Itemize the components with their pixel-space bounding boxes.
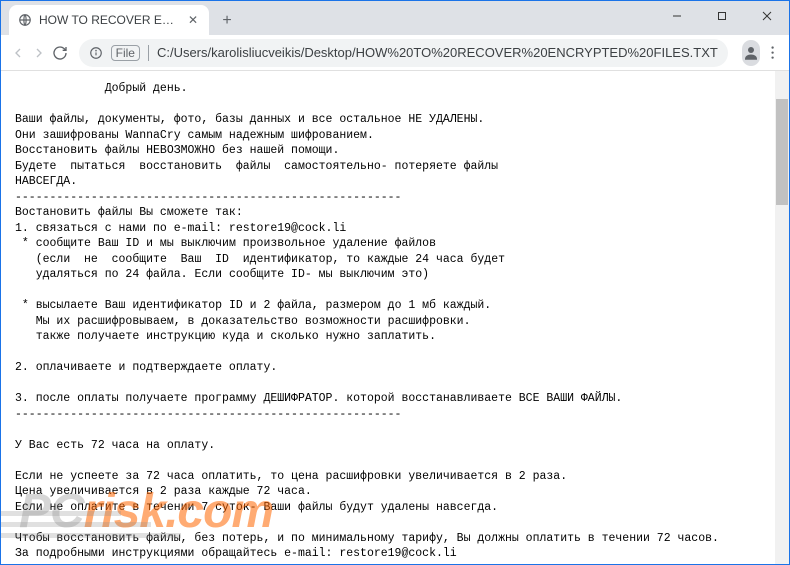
toolbar: File C:/Users/karolisliucveikis/Desktop/… <box>1 35 789 71</box>
forward-button[interactable] <box>30 39 47 67</box>
file-favicon-icon <box>17 12 33 28</box>
minimize-button[interactable] <box>654 1 699 31</box>
window-controls <box>654 1 789 35</box>
close-window-button[interactable] <box>744 1 789 31</box>
info-icon[interactable] <box>89 46 103 60</box>
browser-tab[interactable]: HOW TO RECOVER ENCRYPTED F ✕ <box>9 5 209 35</box>
profile-avatar[interactable] <box>742 40 760 66</box>
file-scheme-pill: File <box>111 45 140 61</box>
tab-close-icon[interactable]: ✕ <box>185 12 201 28</box>
titlebar: HOW TO RECOVER ENCRYPTED F ✕ + <box>1 1 789 35</box>
back-button[interactable] <box>9 39 26 67</box>
scrollbar-thumb[interactable] <box>776 99 788 205</box>
kebab-menu-icon[interactable] <box>764 39 781 67</box>
reload-button[interactable] <box>51 39 68 67</box>
document-body: Добрый день. Ваши файлы, документы, фото… <box>1 71 775 564</box>
new-tab-button[interactable]: + <box>213 7 241 35</box>
tab-title: HOW TO RECOVER ENCRYPTED F <box>39 13 179 27</box>
address-bar[interactable]: File C:/Users/karolisliucveikis/Desktop/… <box>79 39 728 67</box>
content-area: Добрый день. Ваши файлы, документы, фото… <box>1 71 789 564</box>
browser-window: HOW TO RECOVER ENCRYPTED F ✕ + <box>0 0 790 565</box>
scrollbar-track[interactable] <box>775 71 789 564</box>
omnibox-separator <box>148 45 149 61</box>
url-text: C:/Users/karolisliucveikis/Desktop/HOW%2… <box>157 45 718 60</box>
maximize-button[interactable] <box>699 1 744 31</box>
